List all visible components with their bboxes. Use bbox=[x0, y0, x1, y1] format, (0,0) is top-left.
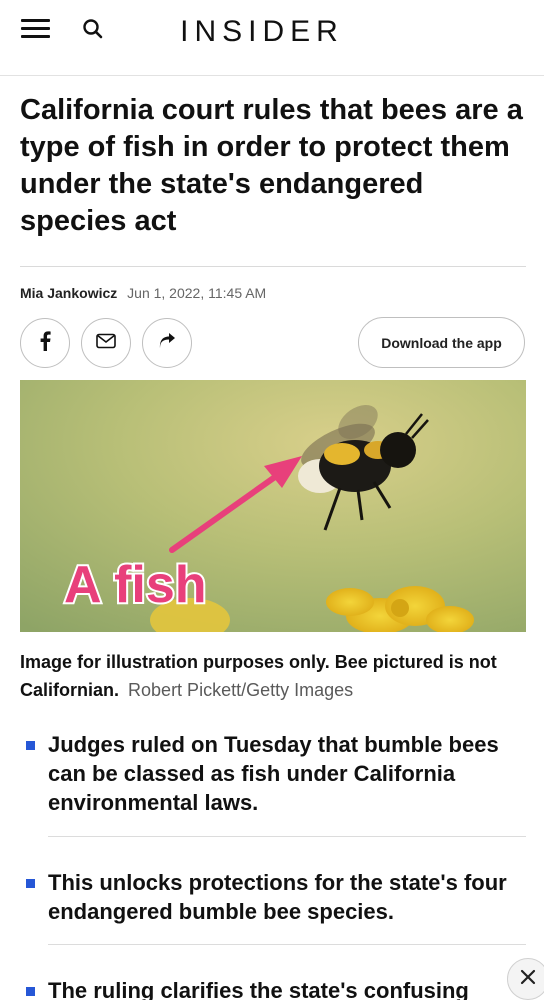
top-navigation-bar: INSIDER bbox=[0, 0, 544, 76]
close-button[interactable] bbox=[507, 958, 544, 1000]
bullet-marker bbox=[26, 741, 35, 750]
search-icon[interactable] bbox=[81, 17, 105, 41]
share-forward-button[interactable] bbox=[142, 318, 192, 368]
bullet-marker bbox=[26, 987, 35, 996]
mail-icon bbox=[96, 333, 116, 354]
share-facebook-button[interactable] bbox=[20, 318, 70, 368]
share-arrow-icon bbox=[158, 332, 176, 354]
divider bbox=[48, 836, 526, 837]
hamburger-line bbox=[21, 35, 50, 38]
insider-logo[interactable]: INSIDER bbox=[172, 12, 352, 52]
bullet-marker bbox=[26, 879, 35, 888]
article-hero-image: A fish bbox=[20, 380, 526, 632]
key-point-text: This unlocks protections for the state's… bbox=[48, 870, 507, 924]
divider bbox=[20, 266, 526, 267]
key-point-text: Judges ruled on Tuesday that bumble bees… bbox=[48, 732, 499, 815]
key-point-text: The ruling clarifies the state's confusi… bbox=[48, 978, 469, 1000]
hamburger-line bbox=[21, 19, 50, 22]
image-overlay-text: A fish bbox=[64, 556, 207, 614]
image-caption: Image for illustration purposes only. Be… bbox=[20, 648, 525, 704]
author-name[interactable]: Mia Jankowicz bbox=[20, 285, 117, 301]
publish-date: Jun 1, 2022, 11:45 AM bbox=[127, 285, 267, 301]
share-email-button[interactable] bbox=[81, 318, 131, 368]
photo-credit: Robert Pickett/Getty Images bbox=[128, 680, 354, 700]
hamburger-icon[interactable] bbox=[21, 17, 50, 39]
divider bbox=[48, 944, 526, 945]
download-app-button[interactable]: Download the app bbox=[358, 317, 525, 368]
facebook-icon bbox=[39, 330, 51, 356]
key-point: The ruling clarifies the state's confusi… bbox=[20, 976, 526, 1000]
close-icon bbox=[520, 969, 536, 990]
article-headline: California court rules that bees are a t… bbox=[20, 94, 523, 237]
hamburger-line bbox=[21, 27, 50, 30]
byline: Mia Jankowicz Jun 1, 2022, 11:45 AM bbox=[20, 283, 266, 303]
